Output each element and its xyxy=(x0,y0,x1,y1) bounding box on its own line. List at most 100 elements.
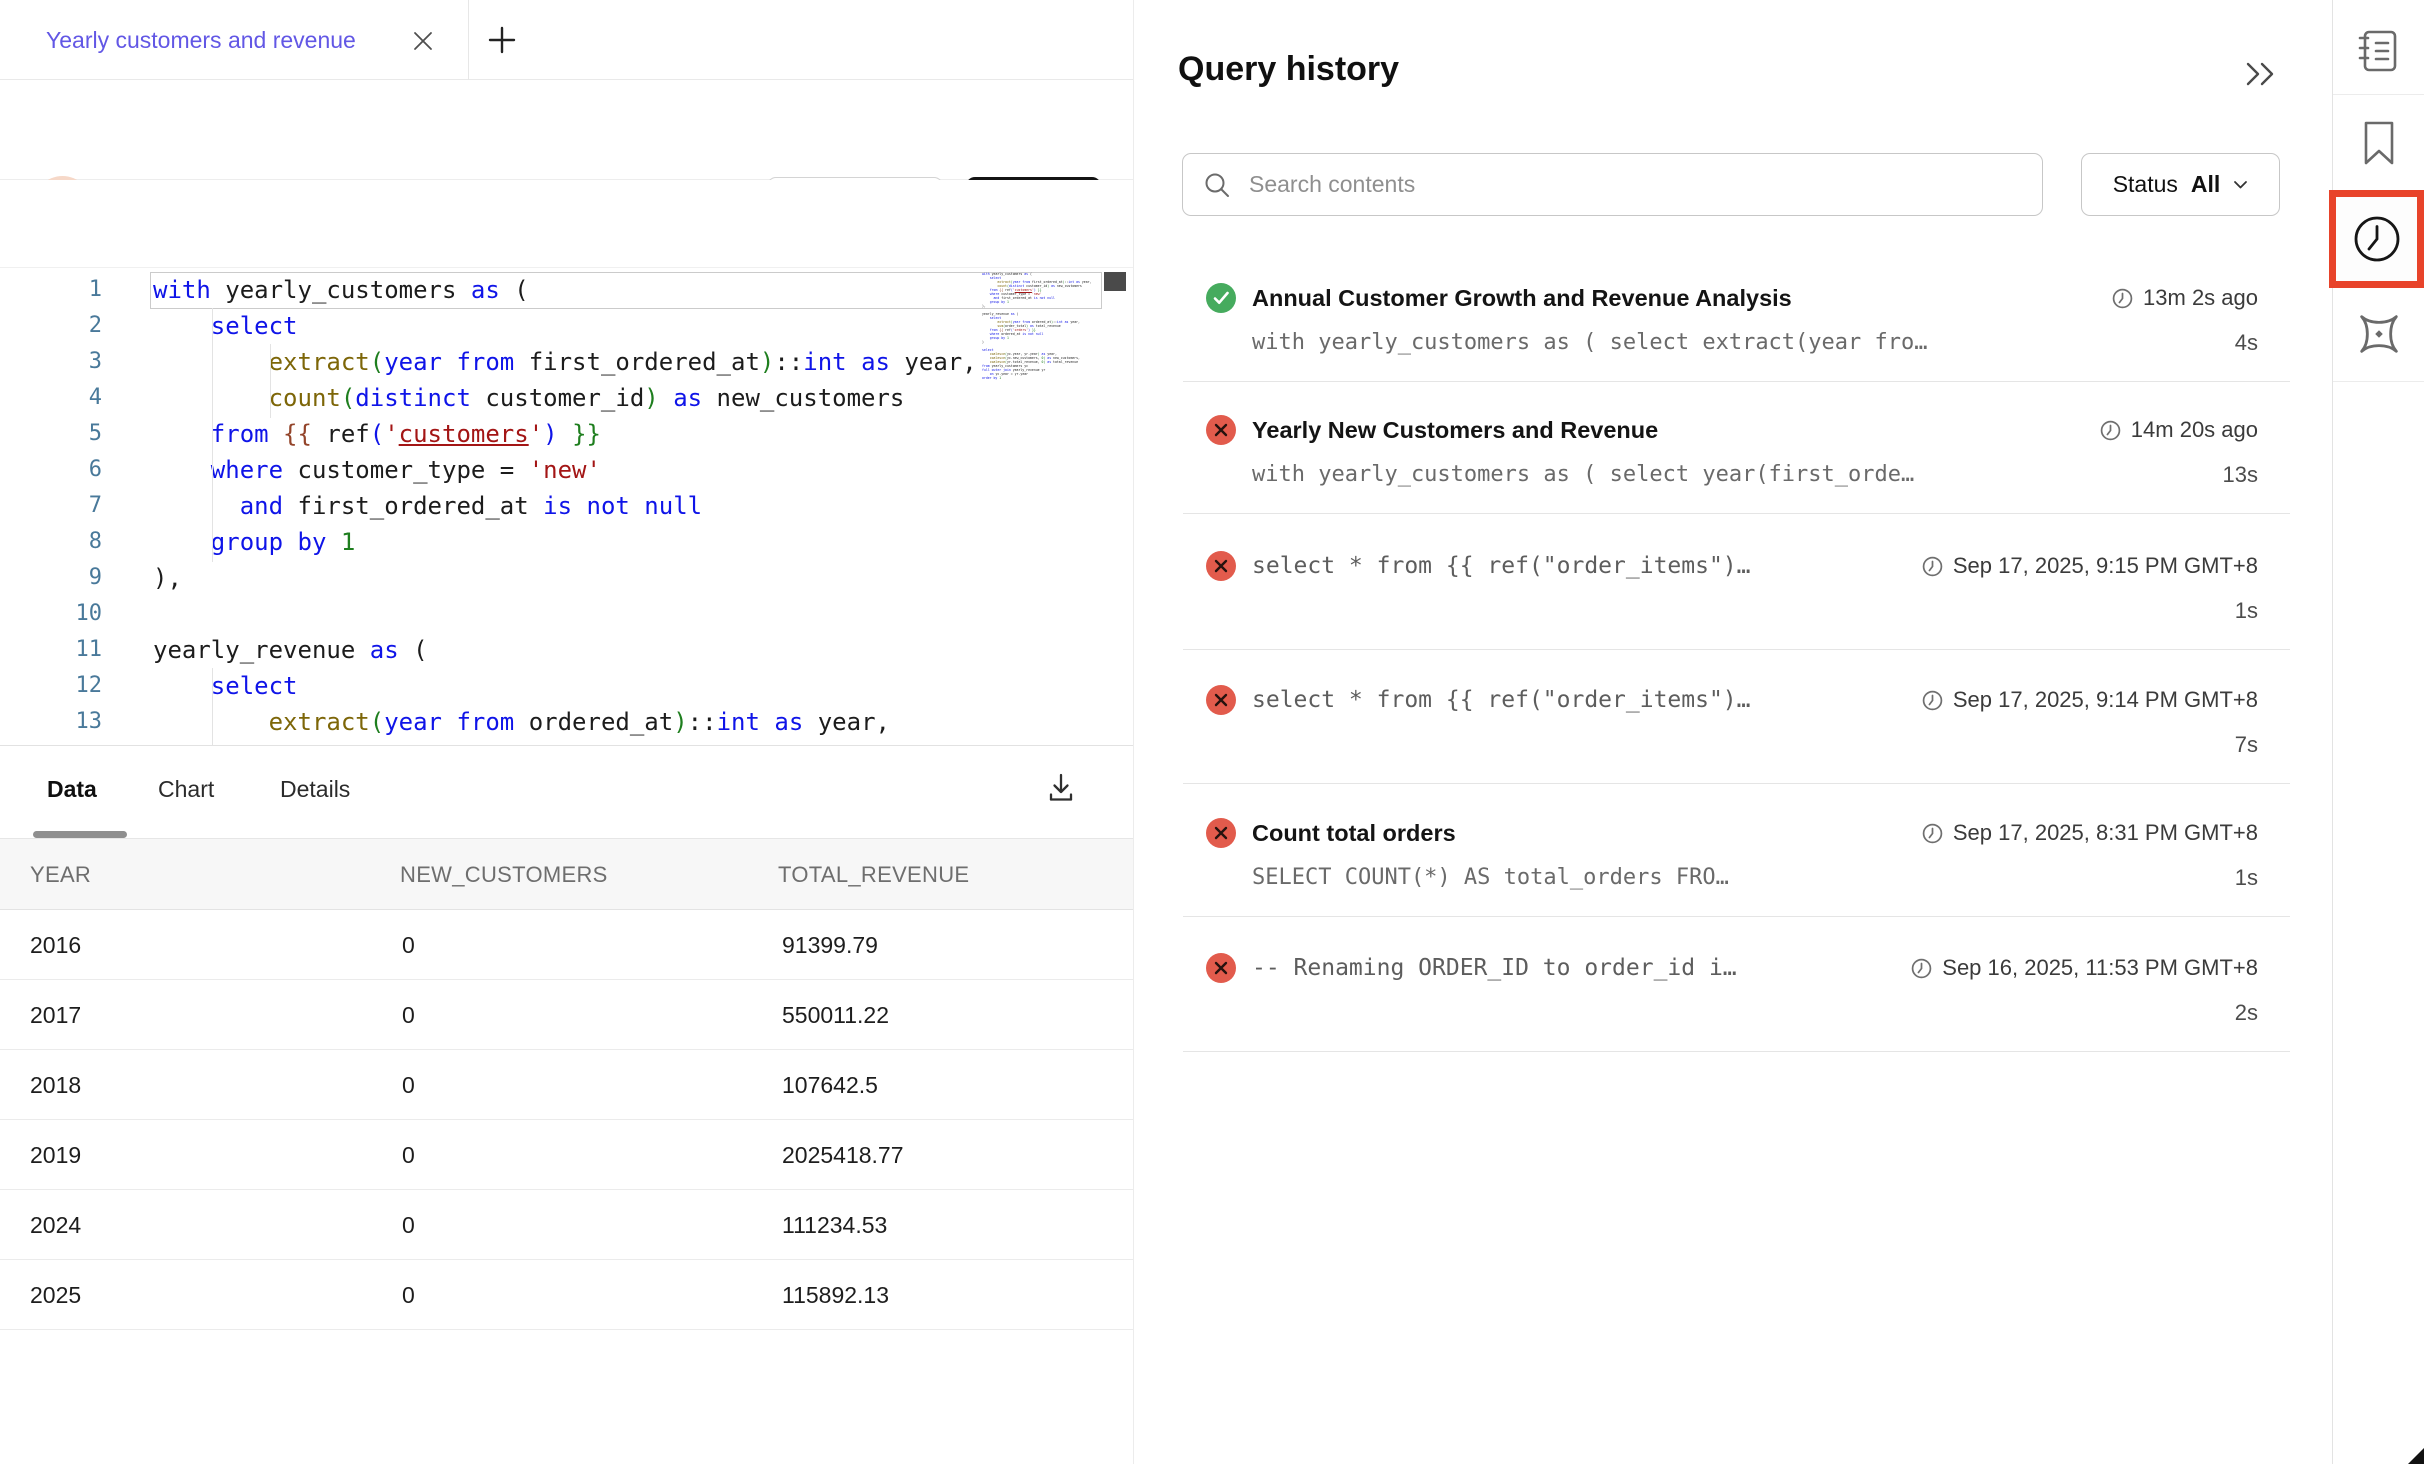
right-icon-rail xyxy=(2332,0,2424,1464)
history-item-time: Sep 17, 2025, 8:31 PM GMT+8 xyxy=(1921,816,2258,850)
table-cell: 0 xyxy=(402,980,415,1050)
clock-icon xyxy=(1910,957,1933,980)
results-tab-bar: Data Chart Details xyxy=(0,745,1133,838)
tab-details[interactable]: Details xyxy=(280,746,350,832)
editor-minimap[interactable]: with yearly_customers as ( select extrac… xyxy=(982,272,1060,380)
line-number: 7 xyxy=(30,488,102,524)
code-line[interactable]: with yearly_customers as ( xyxy=(153,272,529,308)
journal-icon[interactable] xyxy=(2354,26,2404,81)
table-cell: 2016 xyxy=(30,910,81,980)
history-item-time: 13m 2s ago xyxy=(2111,281,2258,315)
history-item-title[interactable]: Count total orders xyxy=(1252,816,1456,850)
history-item-title[interactable]: Yearly New Customers and Revenue xyxy=(1252,413,1658,447)
history-item-divider xyxy=(1183,513,2290,514)
status-filter-label: Status xyxy=(2113,171,2178,198)
line-number: 12 xyxy=(30,668,102,704)
code-line[interactable]: count(distinct customer_id) as new_custo… xyxy=(153,380,904,416)
table-cell: 2017 xyxy=(30,980,81,1050)
table-cell: 0 xyxy=(402,1050,415,1120)
new-tab-button[interactable] xyxy=(487,25,517,55)
code-line[interactable]: and first_ordered_at is not null xyxy=(153,488,702,524)
code-line[interactable]: select xyxy=(153,308,298,344)
app-window: Yearly customers and revenue BL Your sav… xyxy=(0,0,2424,1464)
clock-icon xyxy=(1921,822,1944,845)
history-item-duration: 2s xyxy=(2235,998,2258,1028)
search-input[interactable] xyxy=(1249,171,1989,198)
collapse-panel-icon[interactable] xyxy=(2244,60,2280,90)
indent-guide xyxy=(212,308,213,562)
active-tab-indicator xyxy=(33,831,127,838)
bookmark-icon[interactable] xyxy=(2356,118,2402,173)
history-item-divider xyxy=(1183,783,2290,784)
table-row[interactable]: 2018 0 107642.5 xyxy=(0,1050,1133,1120)
status-error-icon xyxy=(1206,551,1236,581)
table-row[interactable]: 20170550011.22 xyxy=(0,980,1133,1050)
tab-yearly-customers-and-revenue[interactable]: Yearly customers and revenue xyxy=(46,0,356,80)
table-cell: 0 xyxy=(402,1190,415,1260)
history-item-duration: 13s xyxy=(2223,460,2258,490)
search-icon xyxy=(1203,171,1231,199)
history-item-time: Sep 16, 2025, 11:53 PM GMT+8 xyxy=(1910,951,2258,985)
history-search[interactable] xyxy=(1182,153,2043,216)
tab-chart[interactable]: Chart xyxy=(158,746,214,832)
table-cell: 107642.5 xyxy=(782,1050,878,1120)
column-header-new-customers[interactable]: NEW_CUSTOMERS xyxy=(400,839,608,911)
column-header-year[interactable]: YEAR xyxy=(30,839,91,911)
table-cell: 0 xyxy=(402,1260,415,1330)
history-item-title[interactable]: -- Renaming ORDER_ID to order_id i… xyxy=(1252,951,1737,985)
history-item-duration: 1s xyxy=(2235,596,2258,626)
history-item-title[interactable]: select * from {{ ref("order_items")… xyxy=(1252,549,1751,583)
code-line[interactable]: yearly_revenue as ( xyxy=(153,632,428,668)
status-error-icon xyxy=(1206,415,1236,445)
line-number: 11 xyxy=(30,632,102,668)
clock-icon xyxy=(2111,287,2134,310)
status-error-icon xyxy=(1206,818,1236,848)
table-row[interactable]: 2024 0 111234.53 xyxy=(0,1190,1133,1260)
code-line[interactable]: group by 1 xyxy=(153,524,355,560)
resize-corner xyxy=(2408,1448,2424,1464)
code-line[interactable]: where customer_type = 'new' xyxy=(153,452,601,488)
history-item-time: 14m 20s ago xyxy=(2099,413,2258,447)
editor-scrollbar[interactable] xyxy=(1104,272,1126,291)
sql-editor[interactable]: 12345678910111213 with yearly_customers … xyxy=(0,268,1133,745)
table-cell: 111234.53 xyxy=(782,1190,887,1260)
rail-divider xyxy=(2333,381,2424,382)
column-header-total-revenue[interactable]: TOTAL_REVENUE xyxy=(778,839,969,911)
table-row[interactable]: 2016091399.79 xyxy=(0,910,1133,980)
history-item-divider xyxy=(1183,1051,2290,1052)
close-icon[interactable] xyxy=(410,28,436,54)
table-header-row: YEAR NEW_CUSTOMERS TOTAL_REVENUE xyxy=(0,838,1133,910)
history-item-title[interactable]: select * from {{ ref("order_items")… xyxy=(1252,683,1751,717)
tab-data[interactable]: Data xyxy=(47,746,97,832)
tab-divider xyxy=(468,0,469,80)
history-item-divider xyxy=(1183,916,2290,917)
code-line[interactable]: select xyxy=(153,668,298,704)
status-filter-button[interactable]: Status All xyxy=(2081,153,2280,216)
table-cell: 91399.79 xyxy=(782,910,878,980)
pinwheel-icon[interactable] xyxy=(2353,308,2405,365)
line-number: 4 xyxy=(30,380,102,416)
table-row[interactable]: 20250115892.13 xyxy=(0,1260,1133,1330)
table-cell: 2018 xyxy=(30,1050,81,1120)
status-filter-value: All xyxy=(2191,171,2220,198)
history-item-time: Sep 17, 2025, 9:15 PM GMT+8 xyxy=(1921,549,2258,583)
history-rail-highlight[interactable] xyxy=(2329,190,2424,288)
table-cell: 2019 xyxy=(30,1120,81,1190)
code-line[interactable]: extract(year from first_ordered_at)::int… xyxy=(153,344,977,380)
code-line[interactable]: ), xyxy=(153,560,182,596)
minimap-line: order by 1 xyxy=(982,376,1060,380)
history-item-divider xyxy=(1183,381,2290,382)
code-line[interactable]: from {{ ref('customers') }} xyxy=(153,416,601,452)
download-icon[interactable] xyxy=(1043,770,1079,806)
clock-icon xyxy=(1921,555,1944,578)
table-cell: 2025 xyxy=(30,1260,81,1330)
table-cell: 2024 xyxy=(30,1190,81,1260)
status-error-icon xyxy=(1206,953,1236,983)
code-line[interactable]: extract(year from ordered_at)::int as ye… xyxy=(153,704,890,740)
indent-guide xyxy=(270,344,271,418)
clock-icon xyxy=(2099,419,2122,442)
clock-icon xyxy=(1921,689,1944,712)
clock-history-icon xyxy=(2351,213,2403,265)
history-item-title[interactable]: Annual Customer Growth and Revenue Analy… xyxy=(1252,281,1792,315)
table-row[interactable]: 201902025418.77 xyxy=(0,1120,1133,1190)
